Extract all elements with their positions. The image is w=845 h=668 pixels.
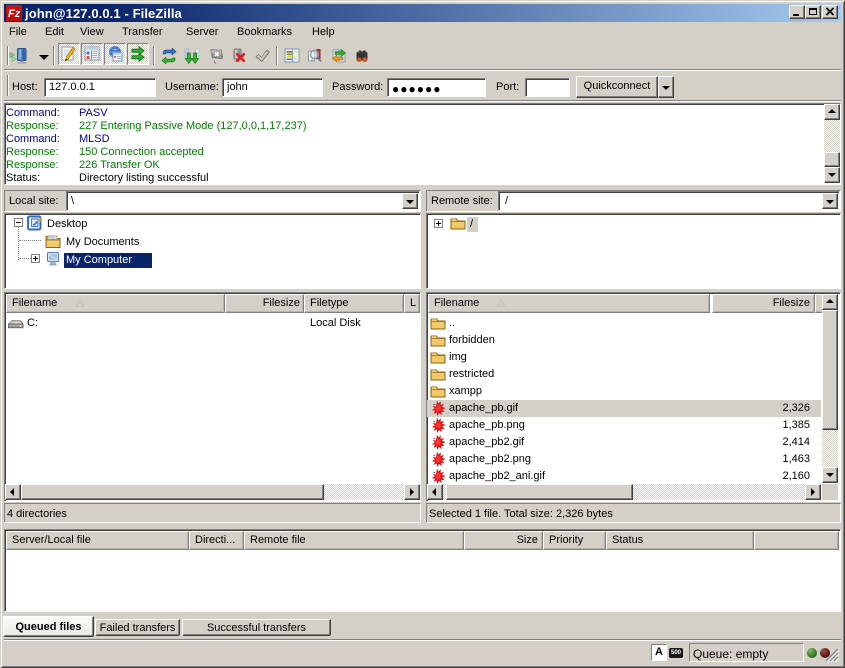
svg-text:Fz: Fz bbox=[8, 8, 21, 20]
